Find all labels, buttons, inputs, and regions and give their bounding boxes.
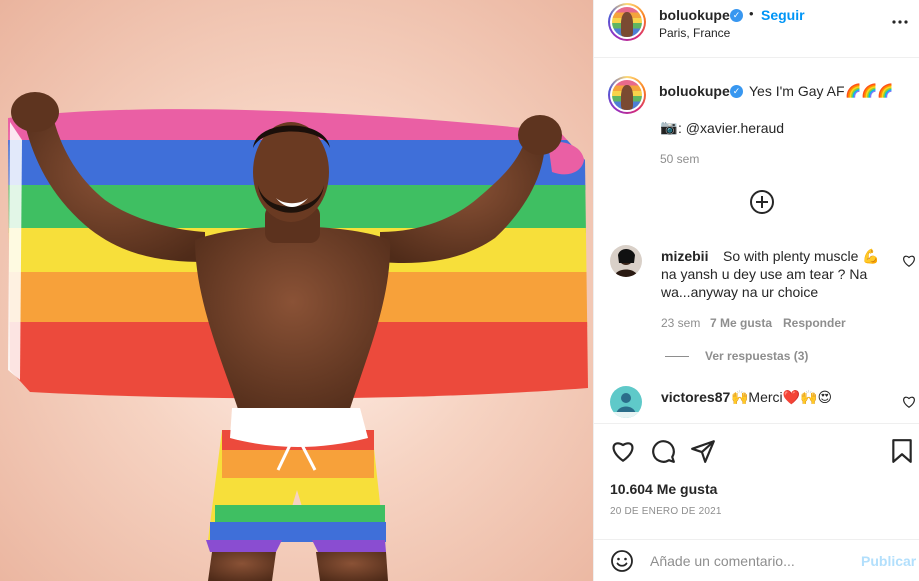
verified-badge-icon: ✓ (730, 9, 743, 22)
commenter-avatar[interactable] (610, 386, 642, 418)
more-options-icon[interactable] (890, 12, 910, 32)
post-actions: 10.604 Me gusta 20 DE ENERO DE 2021 (594, 423, 919, 541)
post-location[interactable]: Paris, France (659, 26, 730, 40)
post-photo[interactable] (0, 0, 593, 581)
follow-button[interactable]: Seguir (761, 7, 805, 23)
commenter-avatar[interactable] (610, 245, 642, 277)
comment-icon[interactable] (650, 438, 676, 464)
verified-badge-icon: ✓ (730, 85, 743, 98)
bookmark-icon[interactable] (889, 438, 915, 464)
reply-button[interactable]: Responder (783, 316, 846, 330)
publish-button[interactable]: Publicar (861, 553, 916, 569)
author-avatar[interactable] (608, 3, 646, 41)
caption-emojis: 🌈🌈🌈 (845, 83, 894, 98)
comment-username[interactable]: victores87 (661, 389, 730, 405)
comment-text-line-2: na yansh u dey use am tear ? Na (661, 266, 868, 282)
caption-text: Yes I'm Gay AF (749, 83, 845, 99)
likes-count[interactable]: 10.604 Me gusta (610, 481, 717, 497)
comment-text: 🙌Merci❤️🙌😍 (731, 389, 833, 405)
photo-credit[interactable]: : @xavier.heraud (678, 120, 784, 136)
comments-area[interactable]: boluokupe ✓ Yes I'm Gay AF 🌈🌈🌈 📷 : @xavi… (594, 58, 919, 423)
share-icon[interactable] (690, 438, 716, 464)
smiley-icon[interactable] (610, 549, 634, 573)
view-replies-button[interactable]: Ver respuestas (3) (705, 349, 808, 363)
comment-input[interactable] (650, 551, 850, 571)
heart-icon[interactable] (610, 438, 636, 464)
comment-text-line-1: So with plenty muscle 💪 (723, 248, 880, 264)
comment-like-icon[interactable] (902, 395, 916, 409)
comment-text-line-3: wa...anyway na ur choice (661, 284, 819, 300)
comment-age: 23 sem (661, 316, 701, 330)
post-header: boluokupe ✓ • Seguir Paris, France (594, 0, 919, 58)
separator: • (749, 6, 754, 21)
caption-age: 50 sem (660, 152, 700, 166)
post-sidebar: boluokupe ✓ • Seguir Paris, France boluo… (593, 0, 919, 581)
comment-like-icon[interactable] (902, 254, 916, 268)
author-username[interactable]: boluokupe (659, 7, 730, 23)
caption-avatar[interactable] (608, 76, 646, 114)
comment-likes[interactable]: 7 Me gusta (710, 316, 772, 330)
view-replies-line (665, 356, 689, 357)
caption-username[interactable]: boluokupe (659, 83, 730, 99)
rainbow-shorts (206, 408, 386, 552)
plus-circle-icon[interactable] (749, 189, 775, 215)
comment-username[interactable]: mizebii (661, 248, 708, 264)
camera-icon: 📷 (660, 119, 678, 135)
add-comment-bar: Publicar (594, 539, 919, 581)
post-date[interactable]: 20 DE ENERO DE 2021 (610, 506, 722, 517)
photo-illustration (8, 92, 588, 581)
